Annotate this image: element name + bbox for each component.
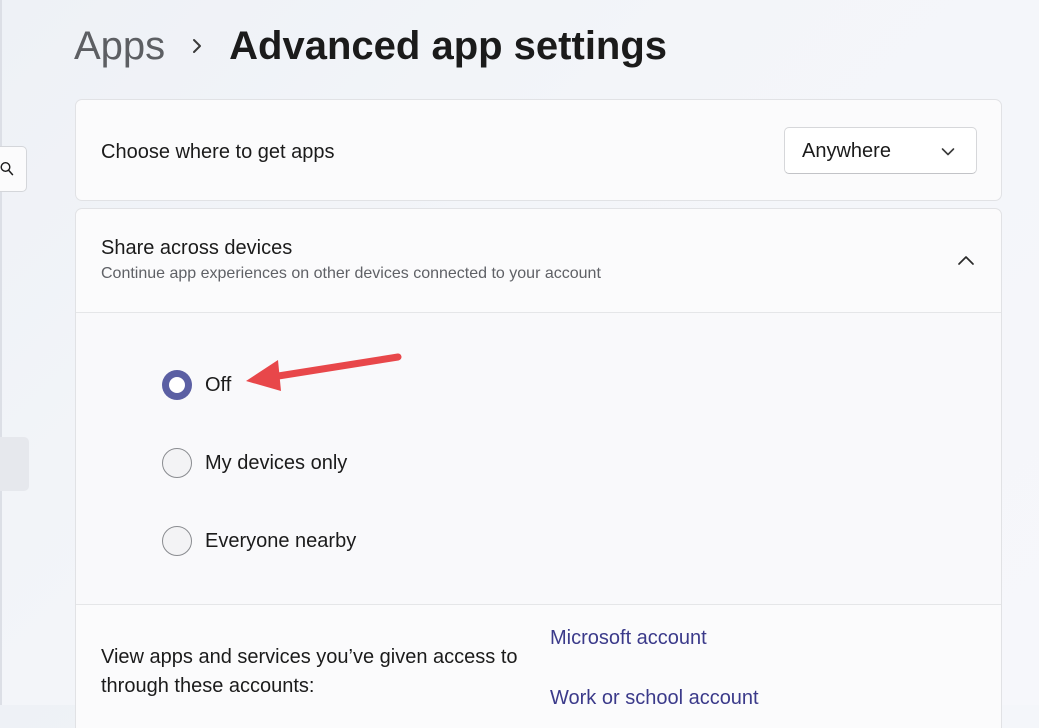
work-or-school-account-link[interactable]: Work or school account — [550, 687, 759, 710]
breadcrumb: Apps Advanced app settings — [74, 18, 667, 74]
divider — [76, 604, 1001, 605]
choose-where-label: Choose where to get apps — [101, 141, 335, 163]
chevron-right-icon — [191, 36, 203, 56]
microsoft-account-link[interactable]: Microsoft account — [550, 627, 707, 650]
get-apps-dropdown[interactable]: Anywhere — [784, 127, 977, 174]
radio-option-everyone-nearby[interactable]: Everyone nearby — [162, 526, 356, 556]
radio-button[interactable] — [162, 448, 192, 478]
navigation-pane-edge — [0, 0, 2, 705]
breadcrumb-apps-link[interactable]: Apps — [74, 24, 165, 69]
radio-option-off[interactable]: Off — [162, 370, 231, 400]
page-title: Advanced app settings — [229, 23, 668, 68]
share-subtitle: Continue app experiences on other device… — [101, 265, 601, 282]
radio-button[interactable] — [162, 526, 192, 556]
choose-where-to-get-apps-card: Choose where to get apps Anywhere — [75, 99, 1002, 201]
share-title: Share across devices — [101, 237, 293, 259]
share-across-devices-card: Share across devices Continue app experi… — [75, 208, 1002, 728]
share-across-devices-header[interactable]: Share across devices Continue app experi… — [76, 209, 1001, 312]
radio-label: My devices only — [205, 451, 348, 474]
radio-button-checked[interactable] — [162, 370, 192, 400]
chevron-up-icon[interactable] — [956, 253, 976, 272]
nav-item-selected[interactable] — [0, 437, 29, 491]
radio-option-my-devices-only[interactable]: My devices only — [162, 448, 347, 478]
accounts-access-description: View apps and services you’ve given acce… — [101, 646, 518, 697]
radio-label: Everyone nearby — [205, 529, 357, 552]
search-icon — [0, 161, 14, 182]
dropdown-selected-value: Anywhere — [802, 140, 891, 162]
search-box[interactable] — [0, 146, 27, 192]
chevron-down-icon — [941, 144, 955, 162]
share-options: Off My devices only Everyone nearby — [76, 313, 1001, 604]
radio-label: Off — [205, 373, 232, 396]
